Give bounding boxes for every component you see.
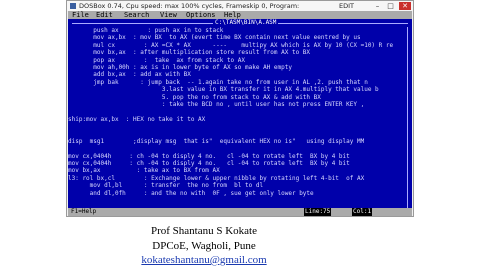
dosbox-window[interactable]: DOSBox 0.74, Cpu speed: max 100% cycles,… (66, 0, 414, 217)
code-line[interactable]: 3.last value in BX transfer it in AX 4.m… (68, 86, 412, 93)
code-line[interactable]: and dl,0fh : and the no with 0F , sue ge… (68, 190, 412, 197)
dosbox-app-icon (70, 3, 76, 9)
help-hint: F1=Help (71, 208, 97, 215)
title-bar[interactable]: DOSBox 0.74, Cpu speed: max 100% cycles,… (67, 1, 413, 11)
editor-status-bar: F1=Help Line:75 Col:1 (68, 208, 412, 216)
editor-scrollbar[interactable] (407, 27, 412, 208)
code-line[interactable]: : take the BCD no , until user has not p… (68, 101, 412, 108)
line-indicator: Line:75 (304, 208, 332, 216)
code-line[interactable]: 5. pop the no from stack to AX & add wit… (68, 94, 412, 101)
menu-help[interactable]: Help (224, 11, 241, 19)
code-line[interactable]: mul cx : AX =CX * AX ---- multipy AX whi… (68, 42, 412, 49)
menu-search[interactable]: Search (124, 11, 149, 19)
minimize-button[interactable]: – (373, 2, 382, 10)
window-controls: – □ ✕ (373, 2, 411, 10)
author-email-link[interactable]: kokateshantanu@gmail.com (0, 254, 444, 266)
code-line[interactable]: add bx,ax : add ax with BX (68, 71, 412, 78)
code-line[interactable]: jmp bak : jump back -- 1.again take no f… (68, 79, 412, 86)
code-line[interactable]: ship:mov ax,bx : HEX no take it to AX (68, 116, 412, 123)
code-line[interactable] (68, 108, 412, 115)
code-line[interactable]: mov ah,00h : ax is in lower byte of AX s… (68, 64, 412, 71)
code-line[interactable] (68, 123, 412, 130)
window-title: DOSBox 0.74, Cpu speed: max 100% cycles,… (79, 2, 300, 10)
code-line[interactable]: disp msg1 ;display msg that is" equivale… (68, 138, 412, 145)
author-organization: DPCoE, Wagholi, Pune (152, 240, 256, 252)
code-line[interactable] (68, 145, 412, 152)
edit-mode-label: EDIT (339, 2, 354, 10)
code-editor-area[interactable]: push ax : push ax in to stack mov ax,bx … (68, 27, 412, 197)
code-line[interactable]: mov cx,0404h : ch -04 to disply 4 no. cl… (68, 153, 412, 160)
code-line[interactable]: l3: rol bx,cl : Exchange lower & upper n… (68, 175, 412, 182)
file-path-bar: C:\TASM\BIN\A.ASM (68, 19, 412, 27)
menu-view[interactable]: View (160, 11, 177, 19)
menu-file[interactable]: File (72, 11, 89, 19)
dos-editor-screen[interactable]: File Edit Search View Options Help C:\TA… (68, 11, 412, 216)
column-indicator: Col:1 (352, 208, 373, 216)
code-line[interactable] (68, 130, 412, 137)
code-line[interactable]: mov bx,ax : after multiplication store r… (68, 49, 412, 56)
file-path: C:\TASM\BIN\A.ASM (213, 19, 279, 27)
code-line[interactable]: mov ax,bx : mov BX to AX (evert time BX … (68, 34, 412, 41)
code-line[interactable]: push ax : push ax in to stack (68, 27, 412, 34)
author-name: Prof Shantanu S Kokate (150, 225, 257, 237)
code-line[interactable]: mov cx,0404h : ch -04 to disply 4 no. cl… (68, 160, 412, 167)
code-line[interactable]: pop ax : take ax from stack to AX (68, 57, 412, 64)
menu-edit[interactable]: Edit (96, 11, 113, 19)
editor-menu-bar: File Edit Search View Options Help (68, 11, 412, 19)
code-line[interactable]: mov bx,ax : take ax to BX from AX (68, 167, 412, 174)
code-line[interactable]: mov dl,bl : transfer the no from bl to d… (68, 182, 412, 189)
maximize-button[interactable]: □ (386, 2, 395, 10)
close-button[interactable]: ✕ (399, 2, 411, 10)
menu-options[interactable]: Options (186, 11, 216, 19)
